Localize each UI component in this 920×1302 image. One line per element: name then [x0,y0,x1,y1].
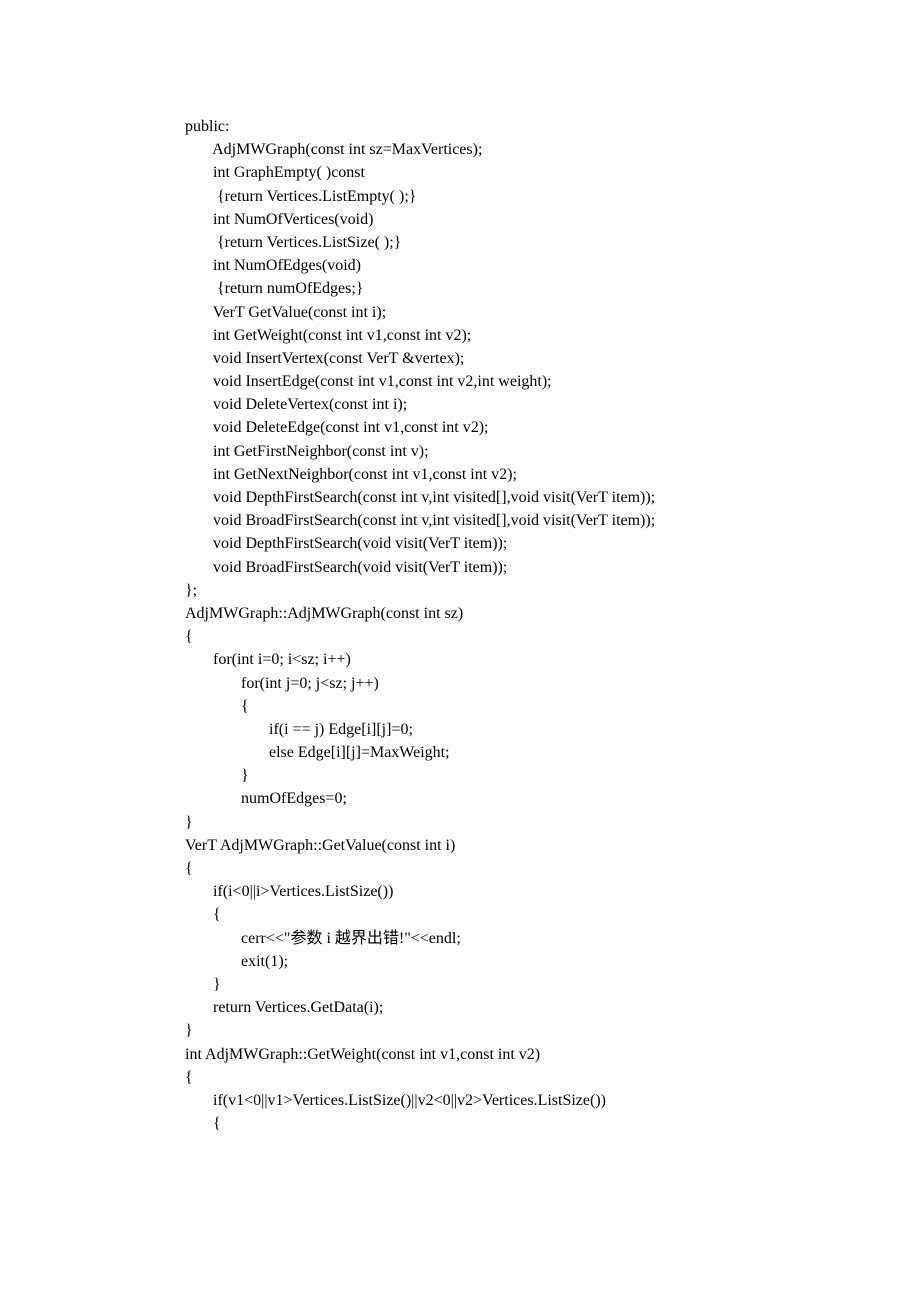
code-line: for(int i=0; i<sz; i++) [185,648,920,671]
code-line: if(v1<0||v1>Vertices.ListSize()||v2<0||v… [185,1089,920,1112]
code-line: void InsertVertex(const VerT &vertex); [185,347,920,370]
code-line: void DeleteEdge(const int v1,const int v… [185,416,920,439]
code-line: VerT AdjMWGraph::GetValue(const int i) [185,834,920,857]
code-line: VerT GetValue(const int i); [185,301,920,324]
code-line: if(i<0||i>Vertices.ListSize()) [185,880,920,903]
code-line: {return numOfEdges;} [185,277,920,300]
code-line: { [185,695,920,718]
code-line: if(i == j) Edge[i][j]=0; [185,718,920,741]
code-line: { [185,857,920,880]
code-line: void DeleteVertex(const int i); [185,393,920,416]
code-line: { [185,1112,920,1135]
code-line: return Vertices.GetData(i); [185,996,920,1019]
code-line: } [185,764,920,787]
code-line: }; [185,579,920,602]
code-line: { [185,903,920,926]
code-line: { [185,625,920,648]
code-line: { [185,1066,920,1089]
code-line: exit(1); [185,950,920,973]
code-listing: public: AdjMWGraph(const int sz=MaxVerti… [185,115,920,1135]
code-line: int GetNextNeighbor(const int v1,const i… [185,463,920,486]
code-line: void InsertEdge(const int v1,const int v… [185,370,920,393]
code-line: public: [185,115,920,138]
document-page: public: AdjMWGraph(const int sz=MaxVerti… [0,0,920,1302]
code-line: for(int j=0; j<sz; j++) [185,672,920,695]
code-line: AdjMWGraph(const int sz=MaxVertices); [185,138,920,161]
code-line: } [185,1019,920,1042]
code-line: numOfEdges=0; [185,787,920,810]
code-line: {return Vertices.ListSize( );} [185,231,920,254]
code-line: int AdjMWGraph::GetWeight(const int v1,c… [185,1043,920,1066]
code-line: void DepthFirstSearch(const int v,int vi… [185,486,920,509]
code-line: int NumOfEdges(void) [185,254,920,277]
code-line: int GraphEmpty( )const [185,161,920,184]
code-line: void BroadFirstSearch(const int v,int vi… [185,509,920,532]
code-line: int GetWeight(const int v1,const int v2)… [185,324,920,347]
code-line: int NumOfVertices(void) [185,208,920,231]
code-line: {return Vertices.ListEmpty( );} [185,185,920,208]
code-line: void DepthFirstSearch(void visit(VerT it… [185,532,920,555]
code-line: void BroadFirstSearch(void visit(VerT it… [185,556,920,579]
code-line: } [185,973,920,996]
code-line: else Edge[i][j]=MaxWeight; [185,741,920,764]
code-line: } [185,811,920,834]
code-line: AdjMWGraph::AdjMWGraph(const int sz) [185,602,920,625]
code-line: cerr<<"参数 i 越界出错!"<<endl; [185,927,920,950]
code-line: int GetFirstNeighbor(const int v); [185,440,920,463]
